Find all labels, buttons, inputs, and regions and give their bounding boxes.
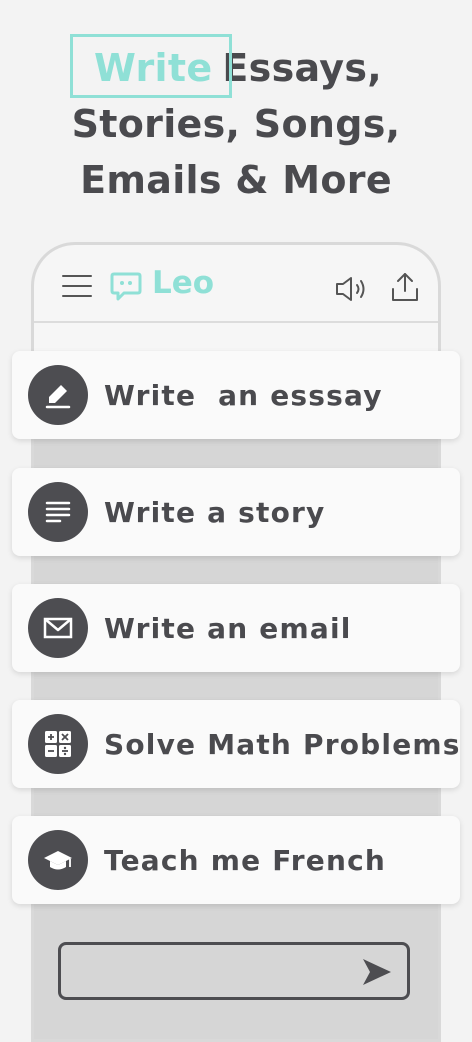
message-input[interactable] bbox=[58, 942, 410, 1000]
prompt-label: Write an email bbox=[104, 612, 352, 645]
app-name: Leo bbox=[152, 265, 215, 301]
prompt-label: Solve Math Problems bbox=[104, 728, 461, 761]
prompt-card-story[interactable]: Write a story bbox=[12, 468, 460, 556]
chat-bubble-icon bbox=[110, 272, 142, 301]
pen-icon bbox=[28, 365, 88, 425]
headline-line-1: Write Essays, bbox=[0, 34, 472, 98]
lines-icon bbox=[28, 482, 88, 542]
prompt-card-math[interactable]: Solve Math Problems bbox=[12, 700, 460, 788]
headline-line-1-rest: Essays, bbox=[222, 46, 383, 90]
prompt-label: Teach me French bbox=[104, 844, 387, 877]
headline-line-3: Emails & More bbox=[80, 158, 392, 202]
prompt-card-essay[interactable]: Write an esssay bbox=[12, 351, 460, 439]
prompt-label: Write an esssay bbox=[104, 379, 383, 412]
prompt-card-email[interactable]: Write an email bbox=[12, 584, 460, 672]
headline: Write Essays, Stories, Songs, Emails & M… bbox=[0, 34, 472, 208]
headline-highlight: Write bbox=[69, 34, 232, 98]
speaker-icon[interactable] bbox=[334, 275, 370, 303]
headline-line-2: Stories, Songs, bbox=[71, 102, 401, 146]
prompt-card-french[interactable]: Teach me French bbox=[12, 816, 460, 904]
send-icon[interactable] bbox=[361, 957, 393, 987]
graduation-cap-icon bbox=[28, 830, 88, 890]
envelope-icon bbox=[28, 598, 88, 658]
calculator-icon bbox=[28, 714, 88, 774]
prompt-label: Write a story bbox=[104, 496, 326, 529]
share-icon[interactable] bbox=[390, 271, 420, 303]
menu-icon[interactable] bbox=[62, 275, 92, 297]
app-header: Leo bbox=[34, 245, 438, 323]
